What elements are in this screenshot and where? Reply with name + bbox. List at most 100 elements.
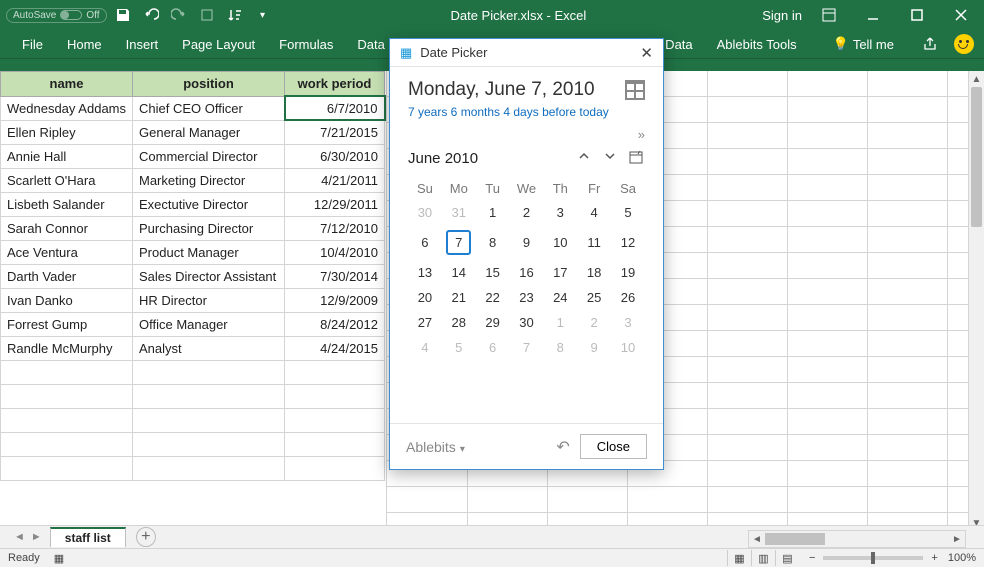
scroll-thumb[interactable]: [971, 87, 982, 227]
calendar-day[interactable]: 23: [510, 285, 544, 310]
calendar-day[interactable]: 11: [577, 225, 611, 260]
undo-icon[interactable]: [139, 3, 163, 27]
calendar-day[interactable]: 9: [510, 225, 544, 260]
calendar-day[interactable]: 13: [408, 260, 442, 285]
tab-formulas[interactable]: Formulas: [267, 32, 345, 57]
smiley-icon[interactable]: [954, 34, 974, 54]
close-window-icon[interactable]: [944, 3, 978, 27]
header-position[interactable]: position: [133, 72, 285, 97]
month-label[interactable]: June 2010: [408, 150, 478, 167]
scroll-up-icon[interactable]: ▲: [969, 71, 984, 87]
save-icon[interactable]: [111, 3, 135, 27]
calendar-day[interactable]: 7: [442, 225, 476, 260]
header-name[interactable]: name: [1, 72, 133, 97]
date-calculator-icon[interactable]: [625, 80, 645, 100]
tab-insert[interactable]: Insert: [114, 32, 171, 57]
today-icon[interactable]: [627, 150, 645, 167]
calendar-day[interactable]: 15: [476, 260, 510, 285]
redo-icon[interactable]: [167, 3, 191, 27]
prev-month-icon[interactable]: [575, 150, 593, 167]
calendar-day[interactable]: 5: [611, 200, 645, 225]
view-page-layout-icon[interactable]: ▥: [751, 550, 775, 566]
calendar-day[interactable]: 3: [611, 310, 645, 335]
tab-file[interactable]: File: [10, 32, 55, 57]
calendar-day[interactable]: 30: [408, 200, 442, 225]
hscroll-thumb[interactable]: [765, 533, 825, 545]
calendar-day[interactable]: 5: [442, 335, 476, 360]
tab-home[interactable]: Home: [55, 32, 114, 57]
scroll-right-icon[interactable]: ►: [949, 534, 965, 545]
calendar-day[interactable]: 14: [442, 260, 476, 285]
calendar-day[interactable]: 6: [476, 335, 510, 360]
view-page-break-icon[interactable]: ▤: [775, 550, 799, 566]
pane-close-icon[interactable]: ✕: [640, 44, 653, 62]
macro-record-icon[interactable]: ▦: [54, 552, 64, 565]
calendar-day[interactable]: 2: [577, 310, 611, 335]
ribbon-display-icon[interactable]: [812, 3, 846, 27]
calendar-day[interactable]: 29: [476, 310, 510, 335]
calendar-day[interactable]: 21: [442, 285, 476, 310]
calendar-day[interactable]: 19: [611, 260, 645, 285]
calendar-day[interactable]: 27: [408, 310, 442, 335]
table-row[interactable]: Darth VaderSales Director Assistant7/30/…: [1, 264, 385, 288]
calendar-day[interactable]: 20: [408, 285, 442, 310]
zoom-out-icon[interactable]: −: [809, 552, 815, 564]
sheet-tab-staff-list[interactable]: staff list: [50, 527, 126, 547]
scroll-left-icon[interactable]: ◄: [749, 534, 765, 545]
selected-cell[interactable]: 6/7/2010: [285, 96, 385, 120]
zoom-in-icon[interactable]: +: [931, 552, 937, 564]
calendar-day[interactable]: 4: [408, 335, 442, 360]
calendar-day[interactable]: 10: [611, 335, 645, 360]
calendar-day[interactable]: 16: [510, 260, 544, 285]
calendar-day[interactable]: 25: [577, 285, 611, 310]
table-row[interactable]: Wednesday Addams Chief CEO Officer 6/7/2…: [1, 96, 385, 120]
brand-dropdown[interactable]: Ablebits▾: [406, 439, 465, 455]
calendar-day[interactable]: 3: [543, 200, 577, 225]
tell-me[interactable]: 💡 Tell me: [821, 31, 906, 57]
table-row[interactable]: Lisbeth SalanderExectutive Director12/29…: [1, 192, 385, 216]
touch-mode-icon[interactable]: [195, 3, 219, 27]
calendar-day[interactable]: 31: [442, 200, 476, 225]
calendar-day[interactable]: 17: [543, 260, 577, 285]
calendar-day[interactable]: 6: [408, 225, 442, 260]
next-month-icon[interactable]: [601, 150, 619, 167]
close-button[interactable]: Close: [580, 434, 647, 459]
vertical-scrollbar[interactable]: ▲ ▼: [968, 71, 984, 531]
calendar-day[interactable]: 10: [543, 225, 577, 260]
calendar-day[interactable]: 4: [577, 200, 611, 225]
calendar-day[interactable]: 1: [476, 200, 510, 225]
view-normal-icon[interactable]: ▦: [727, 550, 751, 566]
tab-nav-next-icon[interactable]: ►: [31, 531, 42, 543]
calendar-day[interactable]: 9: [577, 335, 611, 360]
calendar-day[interactable]: 7: [510, 335, 544, 360]
minimize-icon[interactable]: [856, 3, 890, 27]
calendar-day[interactable]: 26: [611, 285, 645, 310]
horizontal-scrollbar[interactable]: ◄ ►: [748, 530, 966, 548]
calendar-day[interactable]: 18: [577, 260, 611, 285]
calendar-day[interactable]: 22: [476, 285, 510, 310]
calendar-day[interactable]: 8: [476, 225, 510, 260]
table-row[interactable]: Ivan DankoHR Director12/9/2009: [1, 288, 385, 312]
zoom-level[interactable]: 100%: [948, 552, 976, 564]
maximize-icon[interactable]: [900, 3, 934, 27]
add-sheet-icon[interactable]: +: [136, 527, 156, 547]
table-row[interactable]: Randle McMurphyAnalyst4/24/2015: [1, 336, 385, 360]
table-row[interactable]: Annie HallCommercial Director6/30/2010: [1, 144, 385, 168]
calendar-day[interactable]: 1: [543, 310, 577, 335]
tab-ablebits-tools[interactable]: Ablebits Tools: [717, 32, 809, 57]
calendar-day[interactable]: 28: [442, 310, 476, 335]
relative-date-link[interactable]: 7 years 6 months 4 days before today: [408, 105, 645, 119]
table-row[interactable]: Scarlett O'HaraMarketing Director4/21/20…: [1, 168, 385, 192]
sign-in-link[interactable]: Sign in: [762, 8, 802, 23]
table-row[interactable]: Sarah ConnorPurchasing Director7/12/2010: [1, 216, 385, 240]
undo-date-icon[interactable]: ↶: [556, 437, 569, 457]
calendar-day[interactable]: 8: [543, 335, 577, 360]
table-row[interactable]: Ellen RipleyGeneral Manager7/21/2015: [1, 120, 385, 144]
share-icon[interactable]: [918, 32, 942, 56]
tab-page-layout[interactable]: Page Layout: [170, 32, 267, 57]
autosave-toggle[interactable]: AutoSave Off: [6, 8, 107, 23]
pane-titlebar[interactable]: ▦ Date Picker ✕: [390, 39, 663, 67]
calendar-day[interactable]: 30: [510, 310, 544, 335]
header-work-period[interactable]: work period: [285, 72, 385, 97]
sort-icon[interactable]: [223, 3, 247, 27]
